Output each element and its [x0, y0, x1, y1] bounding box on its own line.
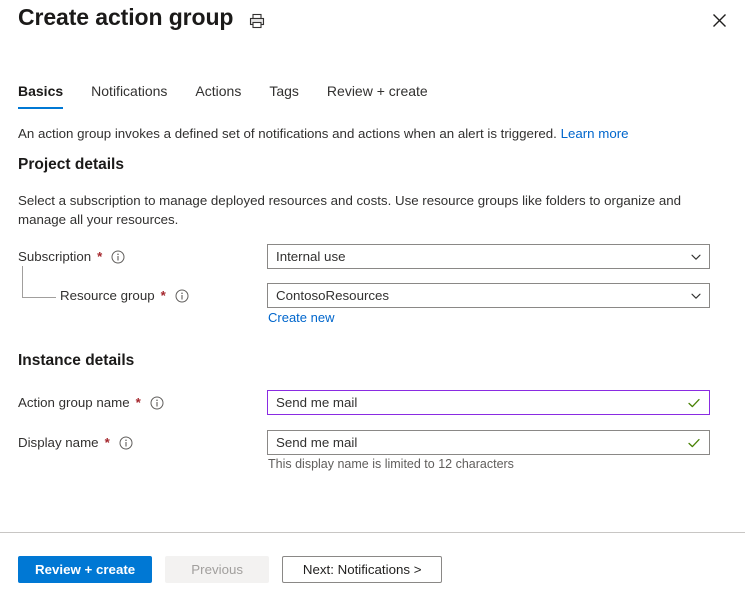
info-icon[interactable] — [150, 396, 164, 410]
resource-group-tree-connector — [22, 266, 56, 298]
action-group-name-label-text: Action group name — [18, 395, 130, 410]
create-action-group-blade: Create action group Basics Notifications… — [0, 0, 745, 594]
learn-more-link[interactable]: Learn more — [561, 126, 629, 141]
tab-notifications[interactable]: Notifications — [77, 82, 181, 109]
tab-review-create[interactable]: Review + create — [313, 82, 442, 109]
printer-icon[interactable] — [246, 10, 268, 32]
footer-actions: Review + create Previous Next: Notificat… — [18, 556, 443, 583]
info-icon[interactable] — [111, 250, 125, 264]
blade-intro-text: An action group invokes a defined set of… — [18, 125, 629, 143]
page-title: Create action group — [18, 4, 234, 30]
tab-review-create-label: Review + create — [326, 83, 428, 99]
tab-tags-label: Tags — [269, 83, 299, 99]
chevron-down-icon — [687, 248, 705, 266]
blade-header: Create action group — [0, 0, 745, 46]
chevron-down-icon — [687, 287, 705, 305]
display-name-label: Display name * — [18, 434, 133, 452]
tab-tags[interactable]: Tags — [255, 82, 313, 109]
tab-actions-label: Actions — [195, 83, 242, 99]
display-name-value: Send me mail — [276, 435, 358, 450]
display-name-input[interactable]: Send me mail — [267, 430, 710, 455]
resource-group-label-text: Resource group — [60, 288, 155, 303]
project-details-description: Select a subscription to manage deployed… — [18, 193, 682, 227]
close-icon[interactable] — [705, 6, 733, 34]
tab-notifications-label: Notifications — [91, 83, 168, 99]
resource-group-required-marker: * — [160, 288, 166, 303]
next-notifications-button[interactable]: Next: Notifications > — [282, 556, 443, 583]
display-name-label-text: Display name — [18, 435, 99, 450]
subscription-value: Internal use — [276, 249, 346, 264]
display-name-helper-text: This display name is limited to 12 chara… — [268, 457, 514, 471]
project-details-heading: Project details — [18, 156, 124, 173]
subscription-label: Subscription * — [18, 248, 125, 266]
info-icon[interactable] — [175, 289, 189, 303]
subscription-dropdown[interactable]: Internal use — [267, 244, 710, 269]
instance-details-heading: Instance details — [18, 352, 135, 369]
action-group-name-label: Action group name * — [18, 394, 164, 412]
footer-divider — [0, 532, 745, 533]
review-create-button[interactable]: Review + create — [18, 556, 153, 583]
subscription-label-text: Subscription — [18, 249, 92, 264]
intro-description: An action group invokes a defined set of… — [18, 126, 557, 141]
display-name-required-marker: * — [104, 435, 110, 450]
create-new-resource-group-link[interactable]: Create new — [268, 310, 334, 325]
action-group-name-value: Send me mail — [276, 395, 358, 410]
checkmark-icon — [685, 394, 703, 412]
tab-actions[interactable]: Actions — [181, 82, 255, 109]
tab-basics-label: Basics — [18, 83, 64, 99]
info-icon[interactable] — [119, 436, 133, 450]
checkmark-icon — [685, 434, 703, 452]
action-group-name-required-marker: * — [135, 395, 141, 410]
blade-tabs: Basics Notifications Actions Tags Review… — [18, 82, 442, 109]
action-group-name-input[interactable]: Send me mail — [267, 390, 710, 415]
subscription-required-marker: * — [97, 249, 103, 264]
previous-button[interactable]: Previous — [165, 556, 270, 583]
tab-basics[interactable]: Basics — [18, 82, 77, 109]
resource-group-label: Resource group * — [60, 287, 189, 305]
resource-group-value: ContosoResources — [276, 288, 390, 303]
resource-group-dropdown[interactable]: ContosoResources — [267, 283, 710, 308]
